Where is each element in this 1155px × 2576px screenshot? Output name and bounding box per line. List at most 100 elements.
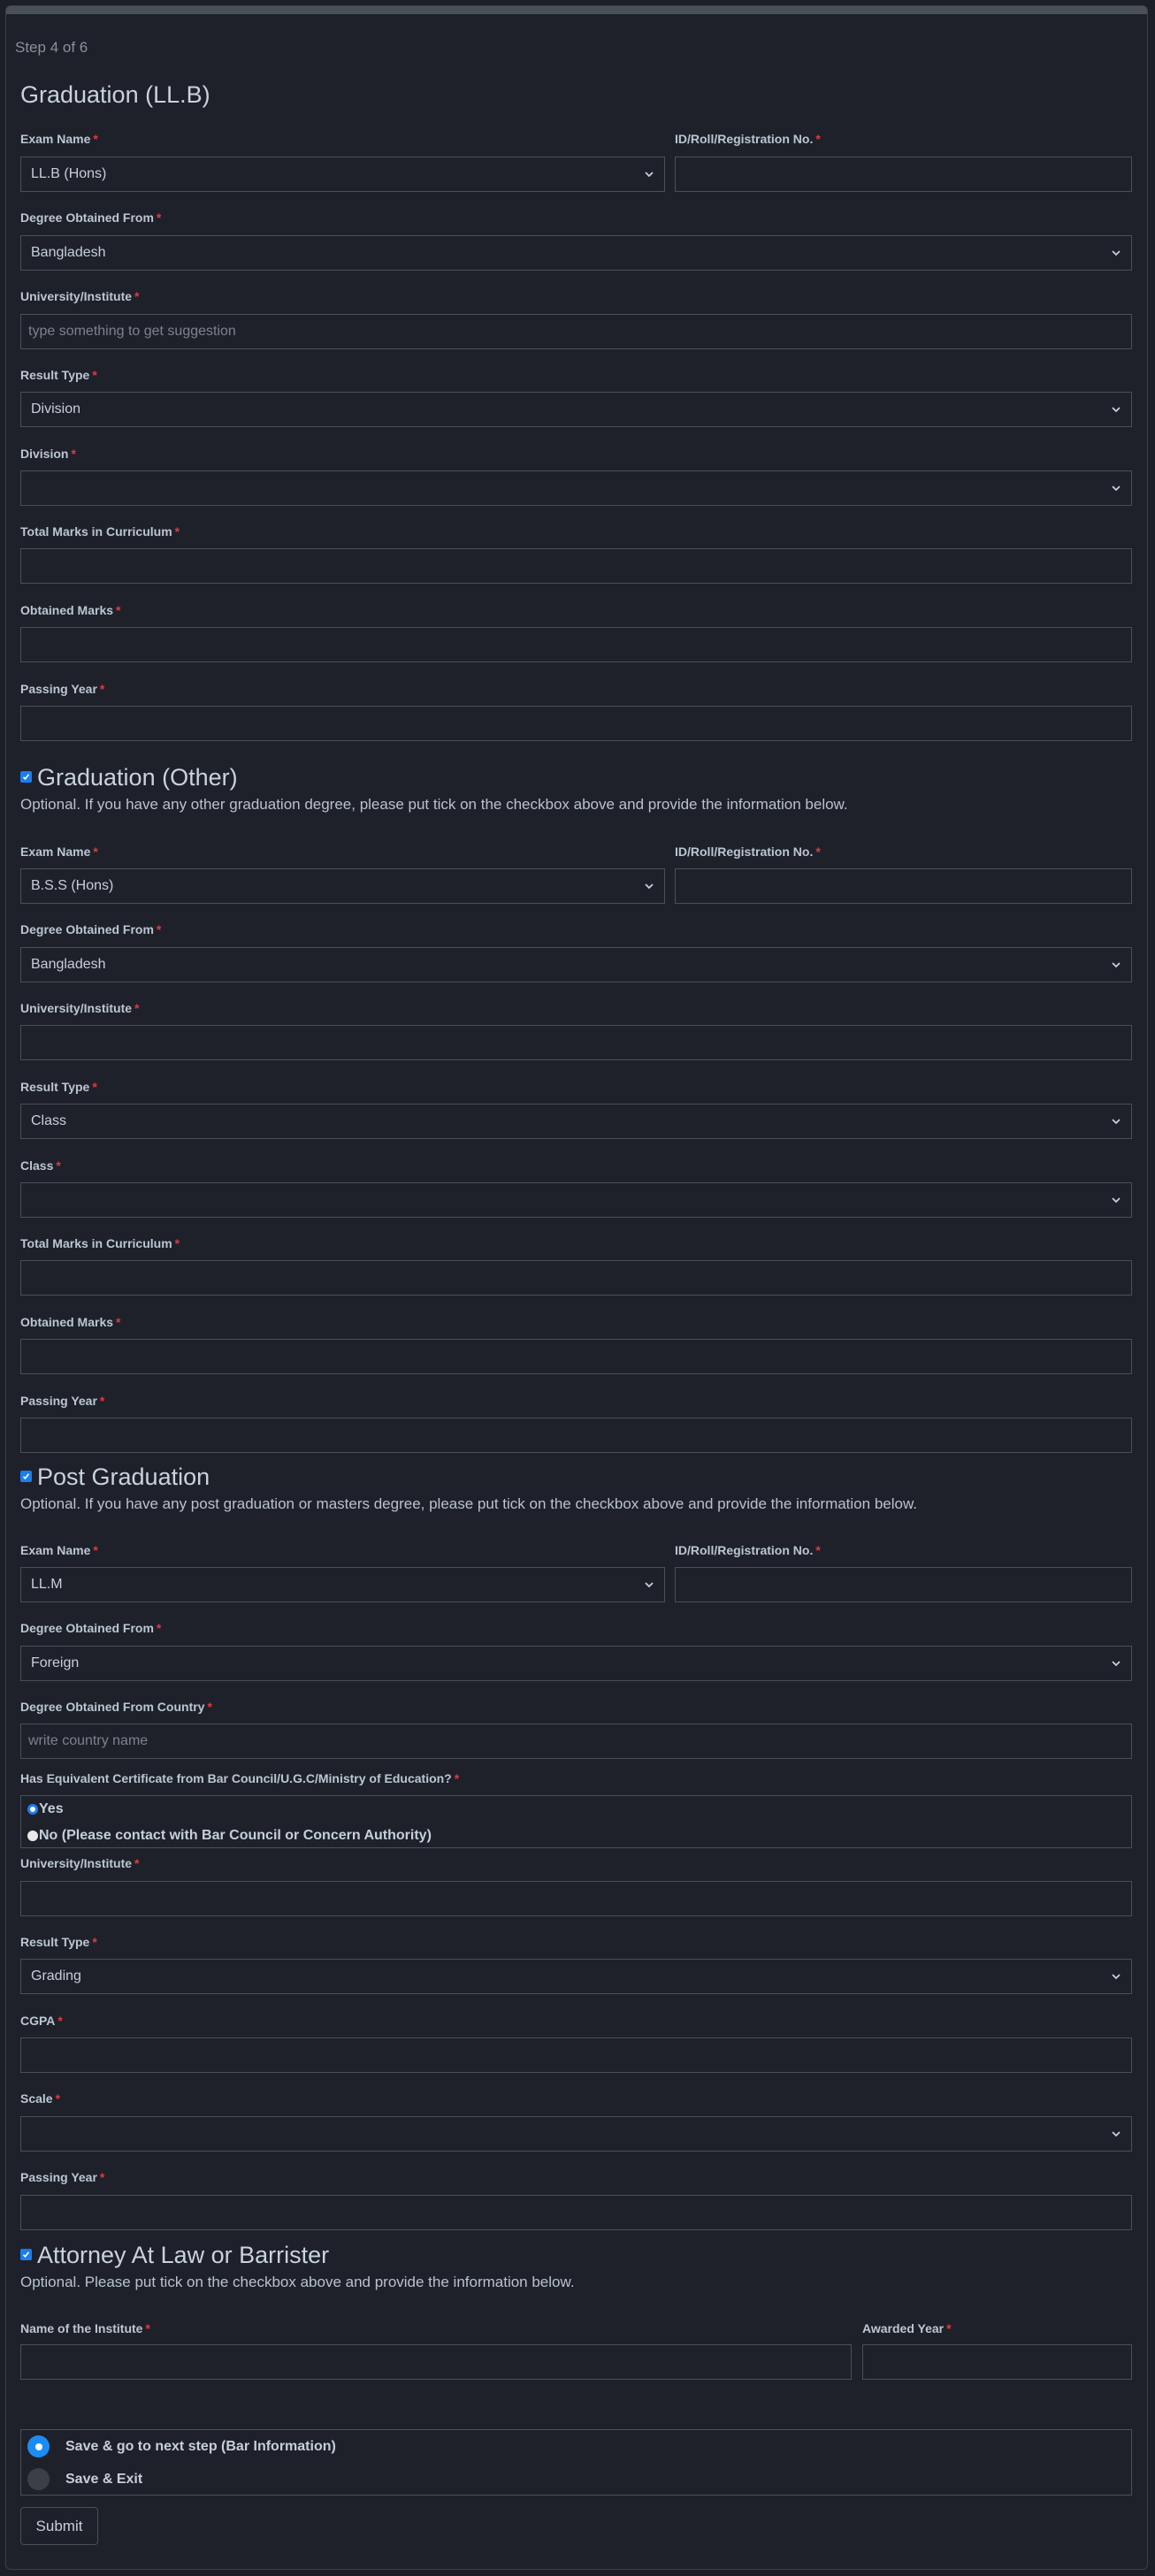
radio-selected[interactable] (27, 1804, 38, 1815)
required-asterisk: * (93, 1543, 98, 1557)
llb-exam-name-select[interactable]: LL.B (Hons) (20, 157, 665, 192)
institute-name-label: Name of the Institute * (20, 2321, 150, 2335)
equivalent-option-no[interactable]: No (Please contact with Bar Council or C… (21, 1823, 1131, 1849)
llb-degree-from-select[interactable]: Bangladesh (20, 235, 1132, 271)
other-class-select[interactable] (20, 1182, 1132, 1218)
post-graduation-checkbox[interactable] (20, 1471, 32, 1483)
radio-unselected[interactable] (27, 1831, 38, 1841)
result-type-label: Result Type * (20, 1935, 97, 1949)
required-asterisk: * (99, 682, 105, 696)
step-indicator: Step 4 of 6 (15, 39, 88, 56)
id-roll-label: ID/Roll/Registration No. * (675, 132, 821, 146)
section-attorney-header: Attorney At Law or Barrister (20, 2241, 329, 2269)
chevron-down-icon (1111, 1658, 1121, 1669)
pg-scale-select[interactable] (20, 2116, 1132, 2152)
attorney-description: Optional. Please put tick on the checkbo… (20, 2274, 575, 2290)
chevron-down-icon (644, 169, 654, 180)
llb-total-marks-input[interactable] (20, 548, 1132, 584)
other-total-marks-input[interactable] (20, 1260, 1132, 1296)
radio-unselected[interactable] (27, 2468, 50, 2490)
other-degree-from-select[interactable]: Bangladesh (20, 947, 1132, 982)
required-asterisk: * (156, 1621, 162, 1635)
save-option-next-step[interactable]: Save & go to next step (Bar Information) (21, 2430, 1131, 2463)
pg-passing-year-input[interactable] (20, 2195, 1132, 2230)
obtained-marks-label: Obtained Marks * (20, 603, 121, 617)
pg-exam-name-select[interactable]: LL.M (20, 1567, 665, 1602)
obtained-marks-label: Obtained Marks * (20, 1315, 121, 1329)
required-asterisk: * (946, 2321, 952, 2335)
submit-button[interactable]: Submit (20, 2507, 98, 2545)
chevron-down-icon (1111, 1116, 1121, 1127)
required-asterisk: * (134, 1856, 140, 1870)
attorney-awarded-year-input[interactable] (862, 2344, 1132, 2380)
id-roll-label: ID/Roll/Registration No. * (675, 845, 821, 859)
llb-division-select[interactable] (20, 470, 1132, 506)
chevron-down-icon (1111, 404, 1121, 415)
section-title-post-graduation: Post Graduation (37, 1464, 210, 1490)
save-options-radio-group: Save & go to next step (Bar Information)… (20, 2429, 1132, 2496)
required-asterisk: * (56, 1158, 61, 1173)
other-result-type-select[interactable]: Class (20, 1104, 1132, 1139)
section-title-graduation-other: Graduation (Other) (37, 764, 238, 791)
llb-obtained-marks-input[interactable] (20, 627, 1132, 662)
passing-year-label: Passing Year * (20, 682, 105, 696)
chevron-down-icon (644, 1579, 654, 1590)
attorney-checkbox[interactable] (20, 2249, 32, 2261)
chevron-down-icon (1111, 483, 1121, 493)
other-passing-year-input[interactable] (20, 1418, 1132, 1453)
required-asterisk: * (134, 289, 140, 303)
graduation-other-checkbox[interactable] (20, 771, 32, 784)
attorney-institute-input[interactable] (20, 2344, 852, 2380)
equivalent-option-yes[interactable]: Yes (21, 1796, 1131, 1823)
degree-from-label: Degree Obtained From * (20, 922, 162, 936)
required-asterisk: * (145, 2321, 150, 2335)
other-id-roll-input[interactable] (675, 868, 1132, 904)
other-obtained-marks-input[interactable] (20, 1339, 1132, 1374)
chevron-down-icon (1111, 1195, 1121, 1205)
section-post-graduation-header: Post Graduation (20, 1463, 210, 1491)
pg-country-input[interactable]: write country name (20, 1724, 1132, 1759)
class-label: Class * (20, 1158, 61, 1173)
result-type-label: Result Type * (20, 1080, 97, 1094)
equivalent-certificate-radio-group: Yes No (Please contact with Bar Council … (20, 1795, 1132, 1848)
exam-name-label: Exam Name * (20, 1543, 98, 1557)
section-title-graduation-llb: Graduation (LL.B) (20, 81, 210, 108)
degree-from-label: Degree Obtained From * (20, 1621, 162, 1635)
scale-label: Scale * (20, 2091, 61, 2106)
pg-result-type-select[interactable]: Grading (20, 1959, 1132, 1994)
required-asterisk: * (92, 368, 97, 382)
pg-id-roll-input[interactable] (675, 1567, 1132, 1602)
chevron-down-icon (1111, 2129, 1121, 2139)
other-university-input[interactable] (20, 1025, 1132, 1060)
cgpa-label: CGPA * (20, 2014, 63, 2028)
pg-university-input[interactable] (20, 1881, 1132, 1916)
card-header-bar (6, 6, 1147, 14)
save-option-exit[interactable]: Save & Exit (21, 2463, 1131, 2496)
required-asterisk: * (92, 1080, 97, 1094)
chevron-down-icon (1111, 959, 1121, 970)
exam-name-label: Exam Name * (20, 845, 98, 859)
chevron-down-icon (644, 881, 654, 891)
division-label: Division * (20, 447, 76, 461)
required-asterisk: * (71, 447, 76, 461)
required-asterisk: * (93, 132, 98, 146)
llb-university-input[interactable]: type something to get suggestion (20, 314, 1132, 349)
llb-id-roll-input[interactable] (675, 157, 1132, 192)
llb-result-type-select[interactable]: Division (20, 392, 1132, 427)
required-asterisk: * (454, 1771, 460, 1785)
pg-degree-from-select[interactable]: Foreign (20, 1646, 1132, 1681)
llb-passing-year-input[interactable] (20, 706, 1132, 741)
required-asterisk: * (99, 1394, 105, 1408)
result-type-label: Result Type * (20, 368, 97, 382)
chevron-down-icon (1111, 248, 1121, 258)
pg-cgpa-input[interactable] (20, 2037, 1132, 2073)
required-asterisk: * (134, 1001, 140, 1015)
required-asterisk: * (207, 1700, 212, 1714)
required-asterisk: * (116, 1315, 121, 1329)
radio-selected[interactable] (27, 2435, 50, 2458)
id-roll-label: ID/Roll/Registration No. * (675, 1543, 821, 1557)
required-asterisk: * (815, 845, 821, 859)
degree-from-label: Degree Obtained From * (20, 210, 162, 225)
university-label: University/Institute * (20, 1001, 140, 1015)
other-exam-name-select[interactable]: B.S.S (Hons) (20, 868, 665, 904)
